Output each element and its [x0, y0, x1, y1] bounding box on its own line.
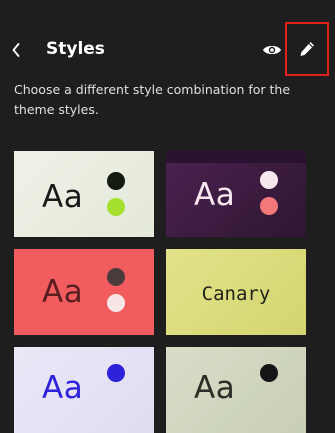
style-card-canary[interactable]: Canary: [166, 249, 306, 335]
style-card-name: Canary: [201, 283, 271, 305]
styles-header: Styles: [0, 0, 335, 92]
style-card-color-swatch: [260, 364, 278, 382]
styles-description: Choose a different style combination for…: [14, 82, 291, 117]
style-card-5[interactable]: Aa: [14, 347, 154, 433]
style-card-6[interactable]: Aa: [166, 347, 306, 433]
style-card-color-swatch: [260, 197, 278, 215]
page-title: Styles: [46, 39, 105, 59]
style-card-color-swatch: [107, 198, 125, 216]
eye-icon: [263, 45, 281, 55]
style-card-color-swatch: [107, 268, 125, 286]
chevron-left-icon: [12, 43, 20, 57]
style-card-typeface-sample: Aa: [194, 177, 236, 213]
style-card-3[interactable]: Aa: [14, 249, 154, 335]
style-card-typeface-sample: Aa: [42, 179, 84, 215]
edit-styles-button[interactable]: [285, 22, 329, 76]
style-card-typeface-sample: Aa: [42, 274, 84, 310]
style-card-color-swatch: [107, 294, 125, 312]
style-card-typeface-sample: Aa: [42, 370, 84, 406]
preview-button[interactable]: [260, 38, 284, 62]
style-card-top-band: [166, 151, 306, 163]
style-card-color-swatch: [260, 171, 278, 189]
style-card-1[interactable]: Aa: [14, 151, 154, 237]
style-card-color-swatch: [107, 364, 125, 382]
style-card-2[interactable]: Aa: [166, 151, 306, 237]
style-card-color-swatch: [107, 172, 125, 190]
style-card-typeface-sample: Aa: [194, 370, 236, 406]
back-button[interactable]: [6, 36, 26, 64]
pencil-icon: [300, 42, 314, 56]
